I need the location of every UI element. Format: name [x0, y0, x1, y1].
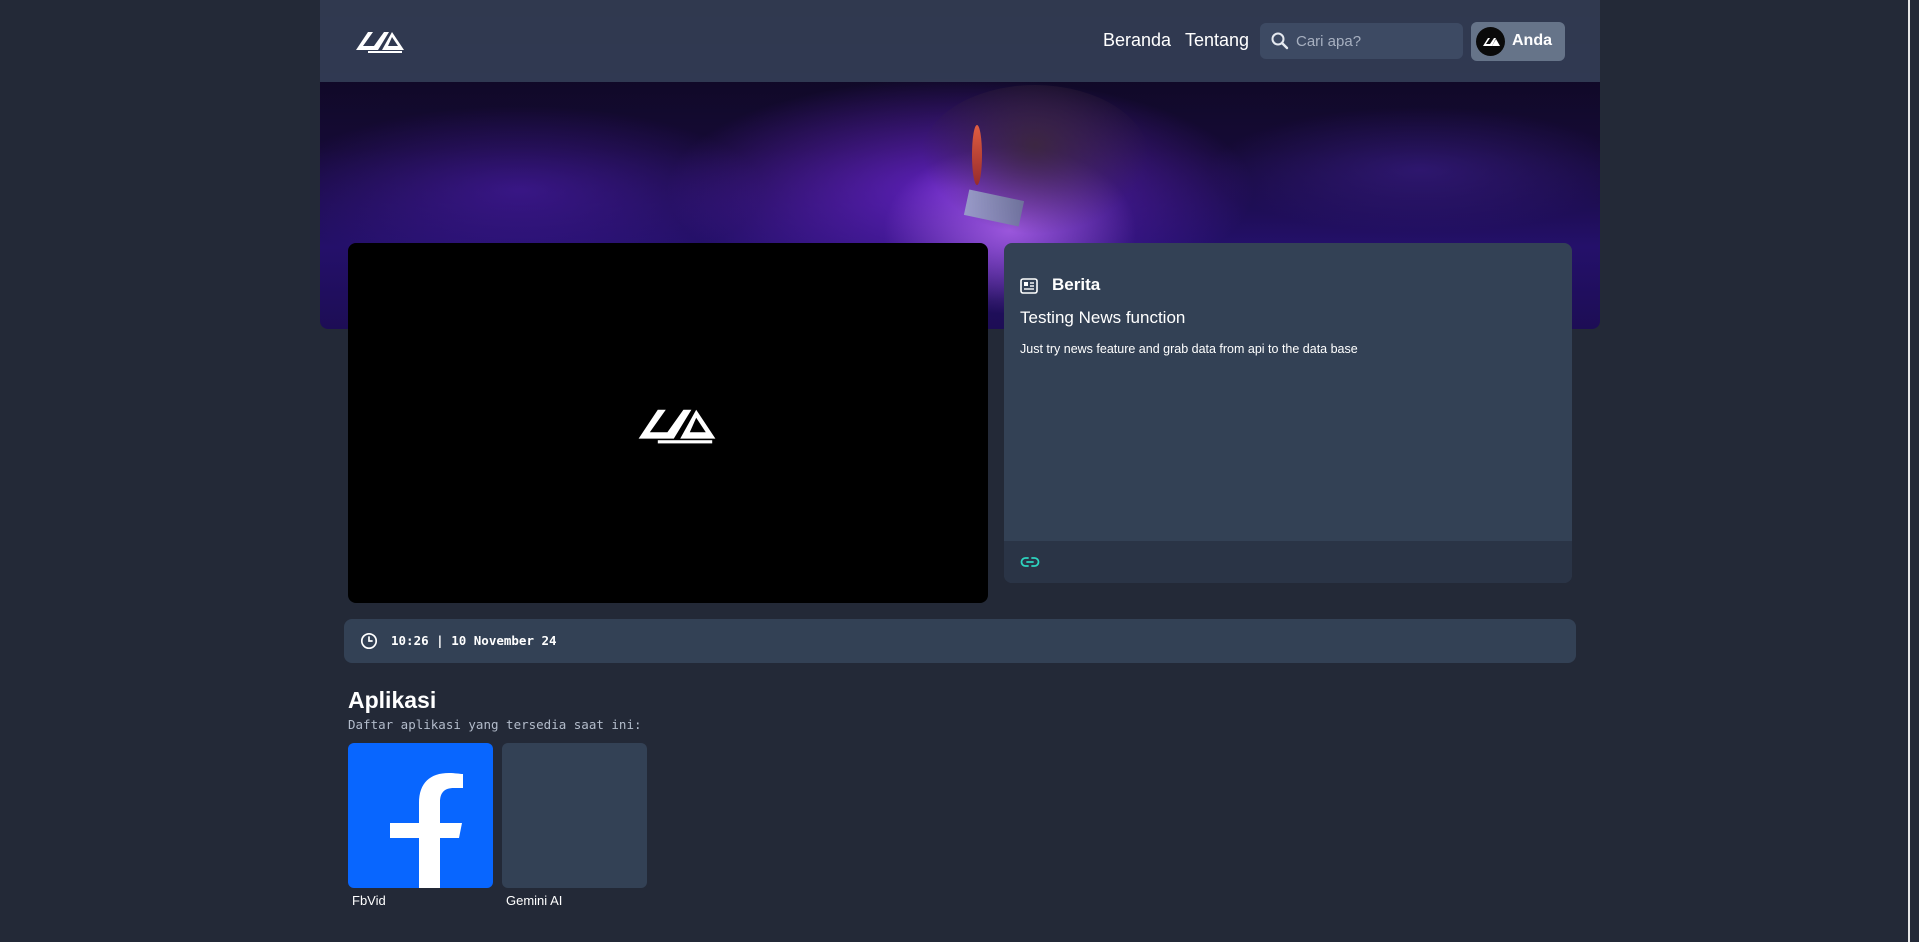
clock-text: 10:26 | 10 November 24	[391, 633, 557, 648]
news-footer	[1004, 541, 1572, 583]
clock-icon	[360, 632, 378, 650]
news-title: Testing News function	[1020, 308, 1186, 327]
video-player[interactable]	[348, 243, 988, 603]
user-menu-button[interactable]: Anda	[1471, 22, 1565, 61]
nav-link-beranda[interactable]: Beranda	[1103, 30, 1171, 51]
hero-flame	[972, 125, 982, 185]
scrollbar-edge[interactable]	[1908, 0, 1910, 942]
newspaper-icon	[1020, 278, 1038, 294]
avatar-logo-icon	[1483, 38, 1500, 46]
nav-link-tentang[interactable]: Tentang	[1185, 30, 1249, 51]
news-section-title: Berita	[1052, 275, 1101, 294]
page-container: Beranda Tentang Anda	[320, 0, 1600, 942]
video-logo-icon	[638, 409, 716, 444]
hero-figure	[920, 85, 1150, 235]
search-icon	[1271, 32, 1289, 50]
link-icon[interactable]	[1020, 552, 1040, 572]
app-tile-fbvid[interactable]	[348, 743, 493, 888]
news-body: Just try news feature and grab data from…	[1020, 342, 1358, 356]
avatar	[1476, 27, 1505, 56]
site-logo-icon[interactable]	[354, 24, 406, 54]
top-navbar: Beranda Tentang Anda	[320, 0, 1600, 82]
news-card: Berita Testing News function Just try ne…	[1004, 243, 1572, 583]
search-input[interactable]	[1296, 23, 1456, 59]
clock-bar: 10:26 | 10 November 24	[344, 619, 1576, 663]
app-card-gemini-ai[interactable]: Gemini AI	[502, 743, 647, 908]
search-bar	[1260, 23, 1463, 59]
apps-subtitle: Daftar aplikasi yang tersedia saat ini:	[348, 717, 642, 732]
app-card-fbvid[interactable]: FbVid	[348, 743, 493, 908]
apps-title: Aplikasi	[348, 687, 437, 713]
app-name: FbVid	[352, 893, 386, 908]
app-tile-gemini-ai[interactable]	[502, 743, 647, 888]
app-name: Gemini AI	[506, 893, 563, 908]
user-label: Anda	[1512, 32, 1552, 49]
facebook-icon	[390, 773, 463, 888]
